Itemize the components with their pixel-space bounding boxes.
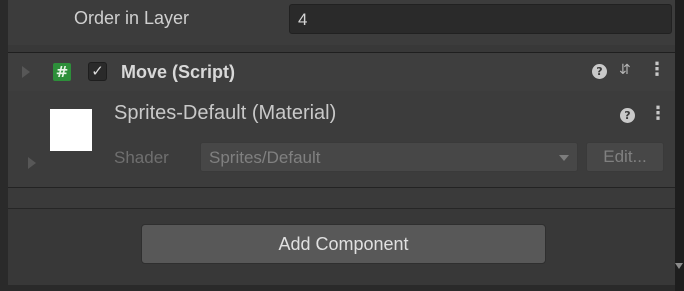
material-title: Sprites-Default (Material) bbox=[114, 102, 337, 124]
add-component-area: Add Component bbox=[8, 209, 675, 285]
csharp-script-icon: # bbox=[53, 63, 71, 81]
edit-shader-button[interactable]: Edit... bbox=[586, 142, 664, 172]
shader-dropdown[interactable]: Sprites/Default bbox=[200, 142, 578, 172]
section-divider bbox=[8, 188, 675, 209]
material-section: Sprites-Default (Material) ? ⋮ Shader Sp… bbox=[8, 91, 675, 188]
move-script-header[interactable]: # ✓ Move (Script) ? ⇵ ⋮ bbox=[8, 52, 675, 92]
material-thumbnail[interactable] bbox=[50, 109, 92, 151]
material-help-icon[interactable]: ? bbox=[620, 108, 635, 123]
more-options-icon[interactable]: ⋮ bbox=[648, 59, 666, 80]
scroll-down-arrow-icon[interactable] bbox=[675, 263, 683, 269]
material-more-options-icon[interactable]: ⋮ bbox=[649, 103, 667, 124]
order-in-layer-row: Order in Layer 4 bbox=[8, 0, 675, 45]
scrollbar[interactable] bbox=[675, 0, 684, 291]
material-foldout-arrow-icon[interactable] bbox=[28, 157, 36, 169]
panel-bottom-border bbox=[0, 285, 684, 291]
panel-left-border bbox=[0, 0, 8, 291]
help-icon[interactable]: ? bbox=[592, 64, 607, 79]
inspector-panel: Order in Layer 4 # ✓ Move (Script) ? ⇵ ⋮… bbox=[0, 0, 684, 291]
order-in-layer-field[interactable]: 4 bbox=[289, 4, 672, 34]
script-title: Move (Script) bbox=[121, 62, 236, 82]
script-enabled-checkbox[interactable]: ✓ bbox=[88, 62, 107, 81]
shader-label: Shader bbox=[114, 148, 169, 167]
add-component-button[interactable]: Add Component bbox=[141, 224, 546, 264]
shader-value: Sprites/Default bbox=[209, 148, 321, 167]
order-in-layer-label: Order in Layer bbox=[74, 8, 190, 28]
foldout-arrow-icon[interactable] bbox=[22, 66, 30, 78]
order-in-layer-value: 4 bbox=[298, 10, 308, 29]
presets-icon[interactable]: ⇵ bbox=[619, 62, 631, 78]
chevron-down-icon bbox=[559, 155, 569, 161]
